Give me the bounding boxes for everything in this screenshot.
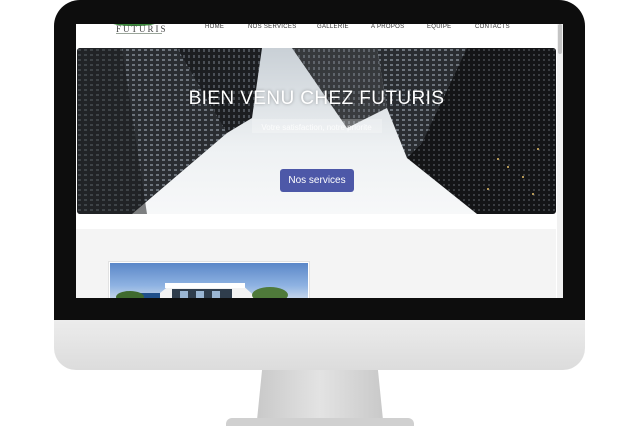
site-logo[interactable]: FUTURIS	[106, 24, 168, 36]
monitor-stand-base	[226, 418, 414, 426]
nav-item-gallery[interactable]: GALLERIE	[317, 24, 349, 30]
nos-services-button[interactable]: Nos services	[280, 169, 354, 192]
nav-item-team[interactable]: EQUIPE	[427, 24, 451, 30]
monitor-stand-neck	[257, 370, 383, 420]
hero-title: BIEN VENU CHEZ FUTURIS	[188, 88, 445, 109]
nav-item-services[interactable]: NOS SERVICES	[248, 24, 297, 30]
page-scrollbar[interactable]	[557, 24, 563, 298]
project-card-image	[110, 263, 308, 298]
project-card[interactable]	[108, 261, 310, 298]
navbar: FUTURIS HOME NOS SERVICES GALLERIE A PRO…	[76, 24, 556, 46]
monitor-screen: FUTURIS HOME NOS SERVICES GALLERIE A PRO…	[76, 24, 563, 298]
hero-subtitle: Votre satisfaction, notre priorite	[261, 123, 372, 132]
logo-underline	[116, 33, 162, 34]
nav-item-about[interactable]: A PROPOS	[371, 24, 404, 30]
hero-banner: BIEN VENU CHEZ FUTURIS Votre satisfactio…	[77, 48, 556, 214]
nav-item-contacts[interactable]: CONTACTS	[475, 24, 510, 30]
monitor-chin	[54, 320, 585, 370]
house-photo	[116, 283, 288, 298]
nav-item-home[interactable]: HOME	[205, 24, 224, 30]
content-section	[76, 229, 556, 298]
scrollbar-thumb[interactable]	[558, 24, 562, 54]
